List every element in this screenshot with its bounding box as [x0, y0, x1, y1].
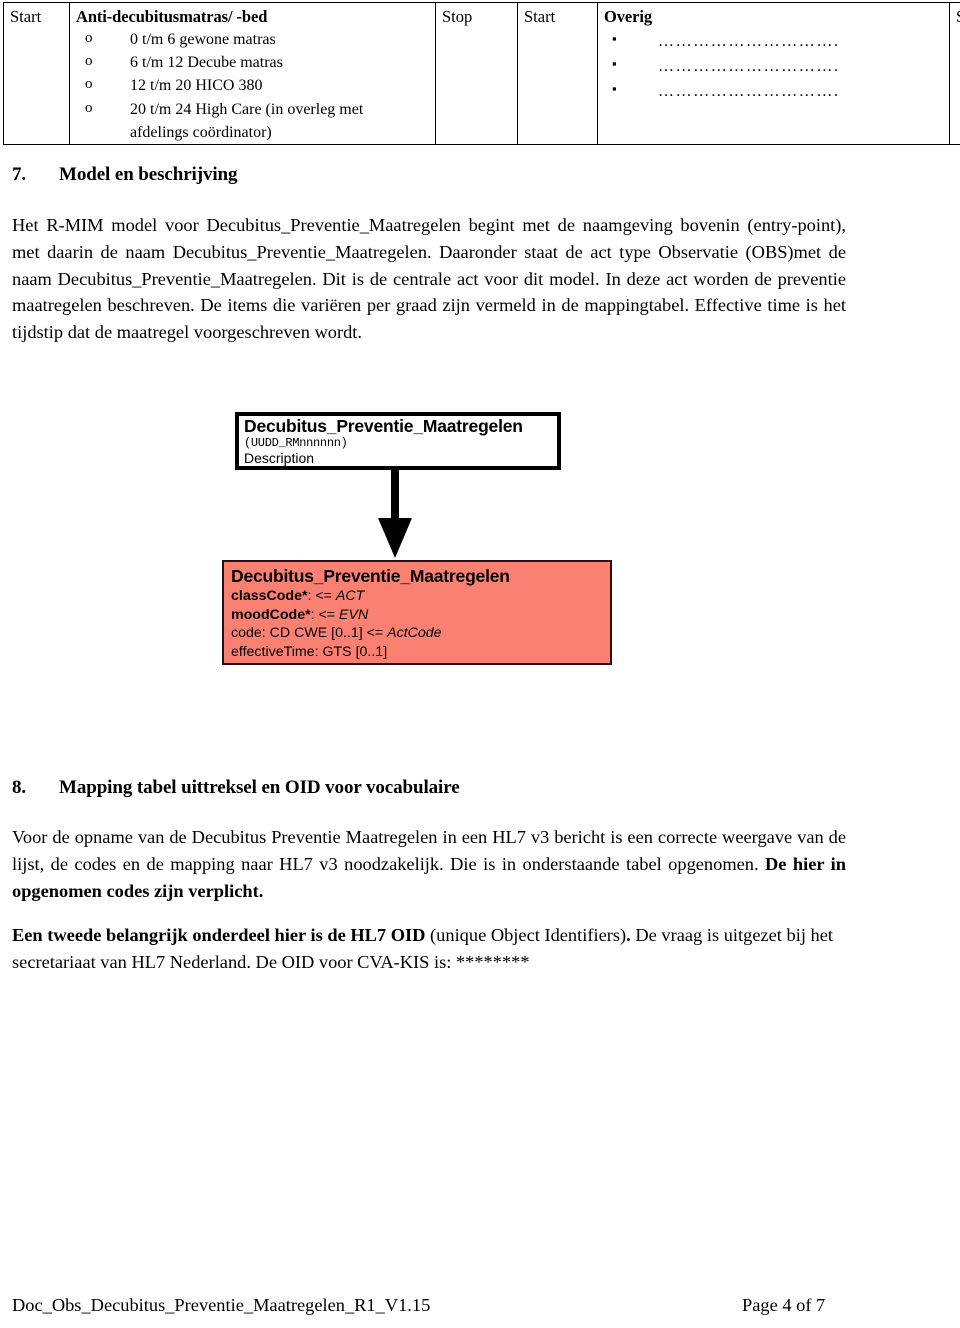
act-attribute-classCode: classCode*: <= ACT — [231, 587, 610, 605]
list-item[interactable]: o 6 t/m 12 Decube matras — [76, 51, 430, 74]
list-item[interactable]: ▪ …………………………. — [604, 80, 944, 105]
section-8-number: 8. — [12, 777, 27, 798]
entry-point-title: Decubitus_Preventie_Maatregelen — [244, 416, 523, 436]
list-item-label: 0 t/m 6 gewone matras — [130, 31, 276, 49]
paragraph-2-emphasis: Een tweede belangrijk onderdeel hier is … — [12, 925, 426, 945]
checklist-form-table: Start Anti-decubitusmatras/ -bed o 0 t/m… — [3, 1, 960, 146]
cell-stop-left[interactable]: Stop — [435, 1, 518, 146]
section-8-paragraph-2: Een tweede belangrijk onderdeel hier is … — [12, 922, 846, 976]
circle-bullet-icon: o — [85, 53, 93, 70]
attr-name: code — [231, 625, 262, 642]
entry-point-identifier: (UUDD_RMnnnnnn) — [244, 435, 348, 450]
square-bullet-icon: ▪ — [612, 55, 617, 71]
circle-bullet-icon: o — [85, 99, 93, 116]
attr-name: classCode* — [231, 588, 308, 605]
paragraph-2-parenthetical: (unique Object Identifiers) — [425, 925, 627, 945]
list-item-label: 20 t/m 24 High Care (in overleg met — [130, 100, 364, 118]
attr-name: moodCode* — [231, 606, 311, 623]
entry-point-description: Description — [244, 450, 315, 467]
stop-label-right: Stop — [956, 7, 960, 26]
table-row: Start Anti-decubitusmatras/ -bed o 0 t/m… — [3, 1, 960, 146]
cell-overig[interactable]: Overig ▪ …………………………. ▪ …………………………. ▪ ………… — [597, 1, 950, 146]
paragraph-1-plain: Voor de opname van de Decubitus Preventi… — [12, 827, 846, 874]
list-item-blank-line[interactable]: …………………………. — [658, 83, 840, 100]
list-item[interactable]: o 12 t/m 20 HICO 380 — [76, 74, 430, 97]
anti-decubitusmatras-option-list: o 0 t/m 6 gewone matras o 6 t/m 12 Decub… — [76, 28, 430, 144]
list-item-blank-line[interactable]: …………………………. — [658, 58, 840, 75]
act-attribute-code: code: CD CWE [0..1] <= ActCode — [231, 624, 610, 642]
cell-stop-right[interactable]: Stop — [949, 1, 960, 146]
list-item-label: 6 t/m 12 Decube matras — [130, 54, 283, 72]
attr-separator: : GTS [0..1] — [314, 643, 388, 660]
footer-page-number: Page 4 of 7 — [742, 1295, 826, 1315]
cell-start-left[interactable]: Start — [3, 1, 70, 146]
entry-point-box[interactable]: Decubitus_Preventie_Maatregelen (UUDD_RM… — [235, 412, 561, 470]
section-7-number: 7. — [12, 164, 27, 185]
section-7-heading: 7. Model en beschrijving — [12, 164, 238, 186]
circle-bullet-icon: o — [85, 30, 93, 47]
act-attribute-moodCode: moodCode*: <= EVN — [231, 606, 610, 624]
start-label-left: Start — [10, 7, 42, 26]
list-item-label-wrap: afdelings coördinator) — [130, 123, 272, 141]
overig-title: Overig — [604, 7, 652, 26]
cell-start-right[interactable]: Start — [517, 1, 598, 146]
circle-bullet-icon: o — [85, 76, 93, 93]
list-item[interactable]: o 20 t/m 24 High Care (in overleg met af… — [76, 98, 430, 144]
square-bullet-icon: ▪ — [612, 80, 617, 96]
act-class-title: Decubitus_Preventie_Maatregelen — [231, 566, 510, 586]
footer-document-name: Doc_Obs_Decubitus_Preventie_Maatregelen_… — [12, 1295, 431, 1315]
list-item-blank-line[interactable]: …………………………. — [658, 33, 840, 50]
attr-name: effectiveTime — [231, 643, 315, 660]
connector-line — [391, 470, 399, 522]
section-7-paragraph: Het R-MIM model voor Decubitus_Preventie… — [12, 215, 846, 343]
start-label-right: Start — [524, 7, 556, 26]
list-item-label: 12 t/m 20 HICO 380 — [130, 77, 263, 95]
list-item[interactable]: ▪ …………………………. — [604, 30, 944, 55]
attr-separator: : <= — [310, 606, 340, 623]
attr-value: ActCode — [387, 625, 442, 642]
attr-value: EVN — [339, 606, 369, 623]
section-7-title: Model en beschrijving — [59, 164, 238, 185]
attr-separator: : <= — [307, 588, 336, 605]
stop-label-left: Stop — [442, 7, 473, 26]
arrow-down-icon — [378, 518, 412, 558]
list-item[interactable]: ▪ …………………………. — [604, 55, 944, 80]
cell-anti-decubitusmatras[interactable]: Anti-decubitusmatras/ -bed o 0 t/m 6 gew… — [69, 1, 436, 146]
attr-separator: : CD CWE [0..1] <= — [261, 625, 388, 642]
act-class-box[interactable]: Decubitus_Preventie_Maatregelen classCod… — [222, 560, 612, 665]
overig-option-list: ▪ …………………………. ▪ …………………………. ▪ …………………………… — [604, 30, 944, 104]
act-attribute-effectiveTime: effectiveTime: GTS [0..1] — [231, 643, 610, 661]
section-8-title: Mapping tabel uittreksel en OID voor voc… — [59, 777, 460, 798]
attr-value: ACT — [335, 588, 365, 605]
section-8-paragraph-1: Voor de opname van de Decubitus Preventi… — [12, 824, 846, 904]
list-item[interactable]: o 0 t/m 6 gewone matras — [76, 28, 430, 51]
anti-decubitusmatras-title: Anti-decubitusmatras/ -bed — [76, 7, 268, 26]
square-bullet-icon: ▪ — [612, 31, 617, 47]
section-8-heading: 8. Mapping tabel uittreksel en OID voor v… — [12, 777, 460, 799]
